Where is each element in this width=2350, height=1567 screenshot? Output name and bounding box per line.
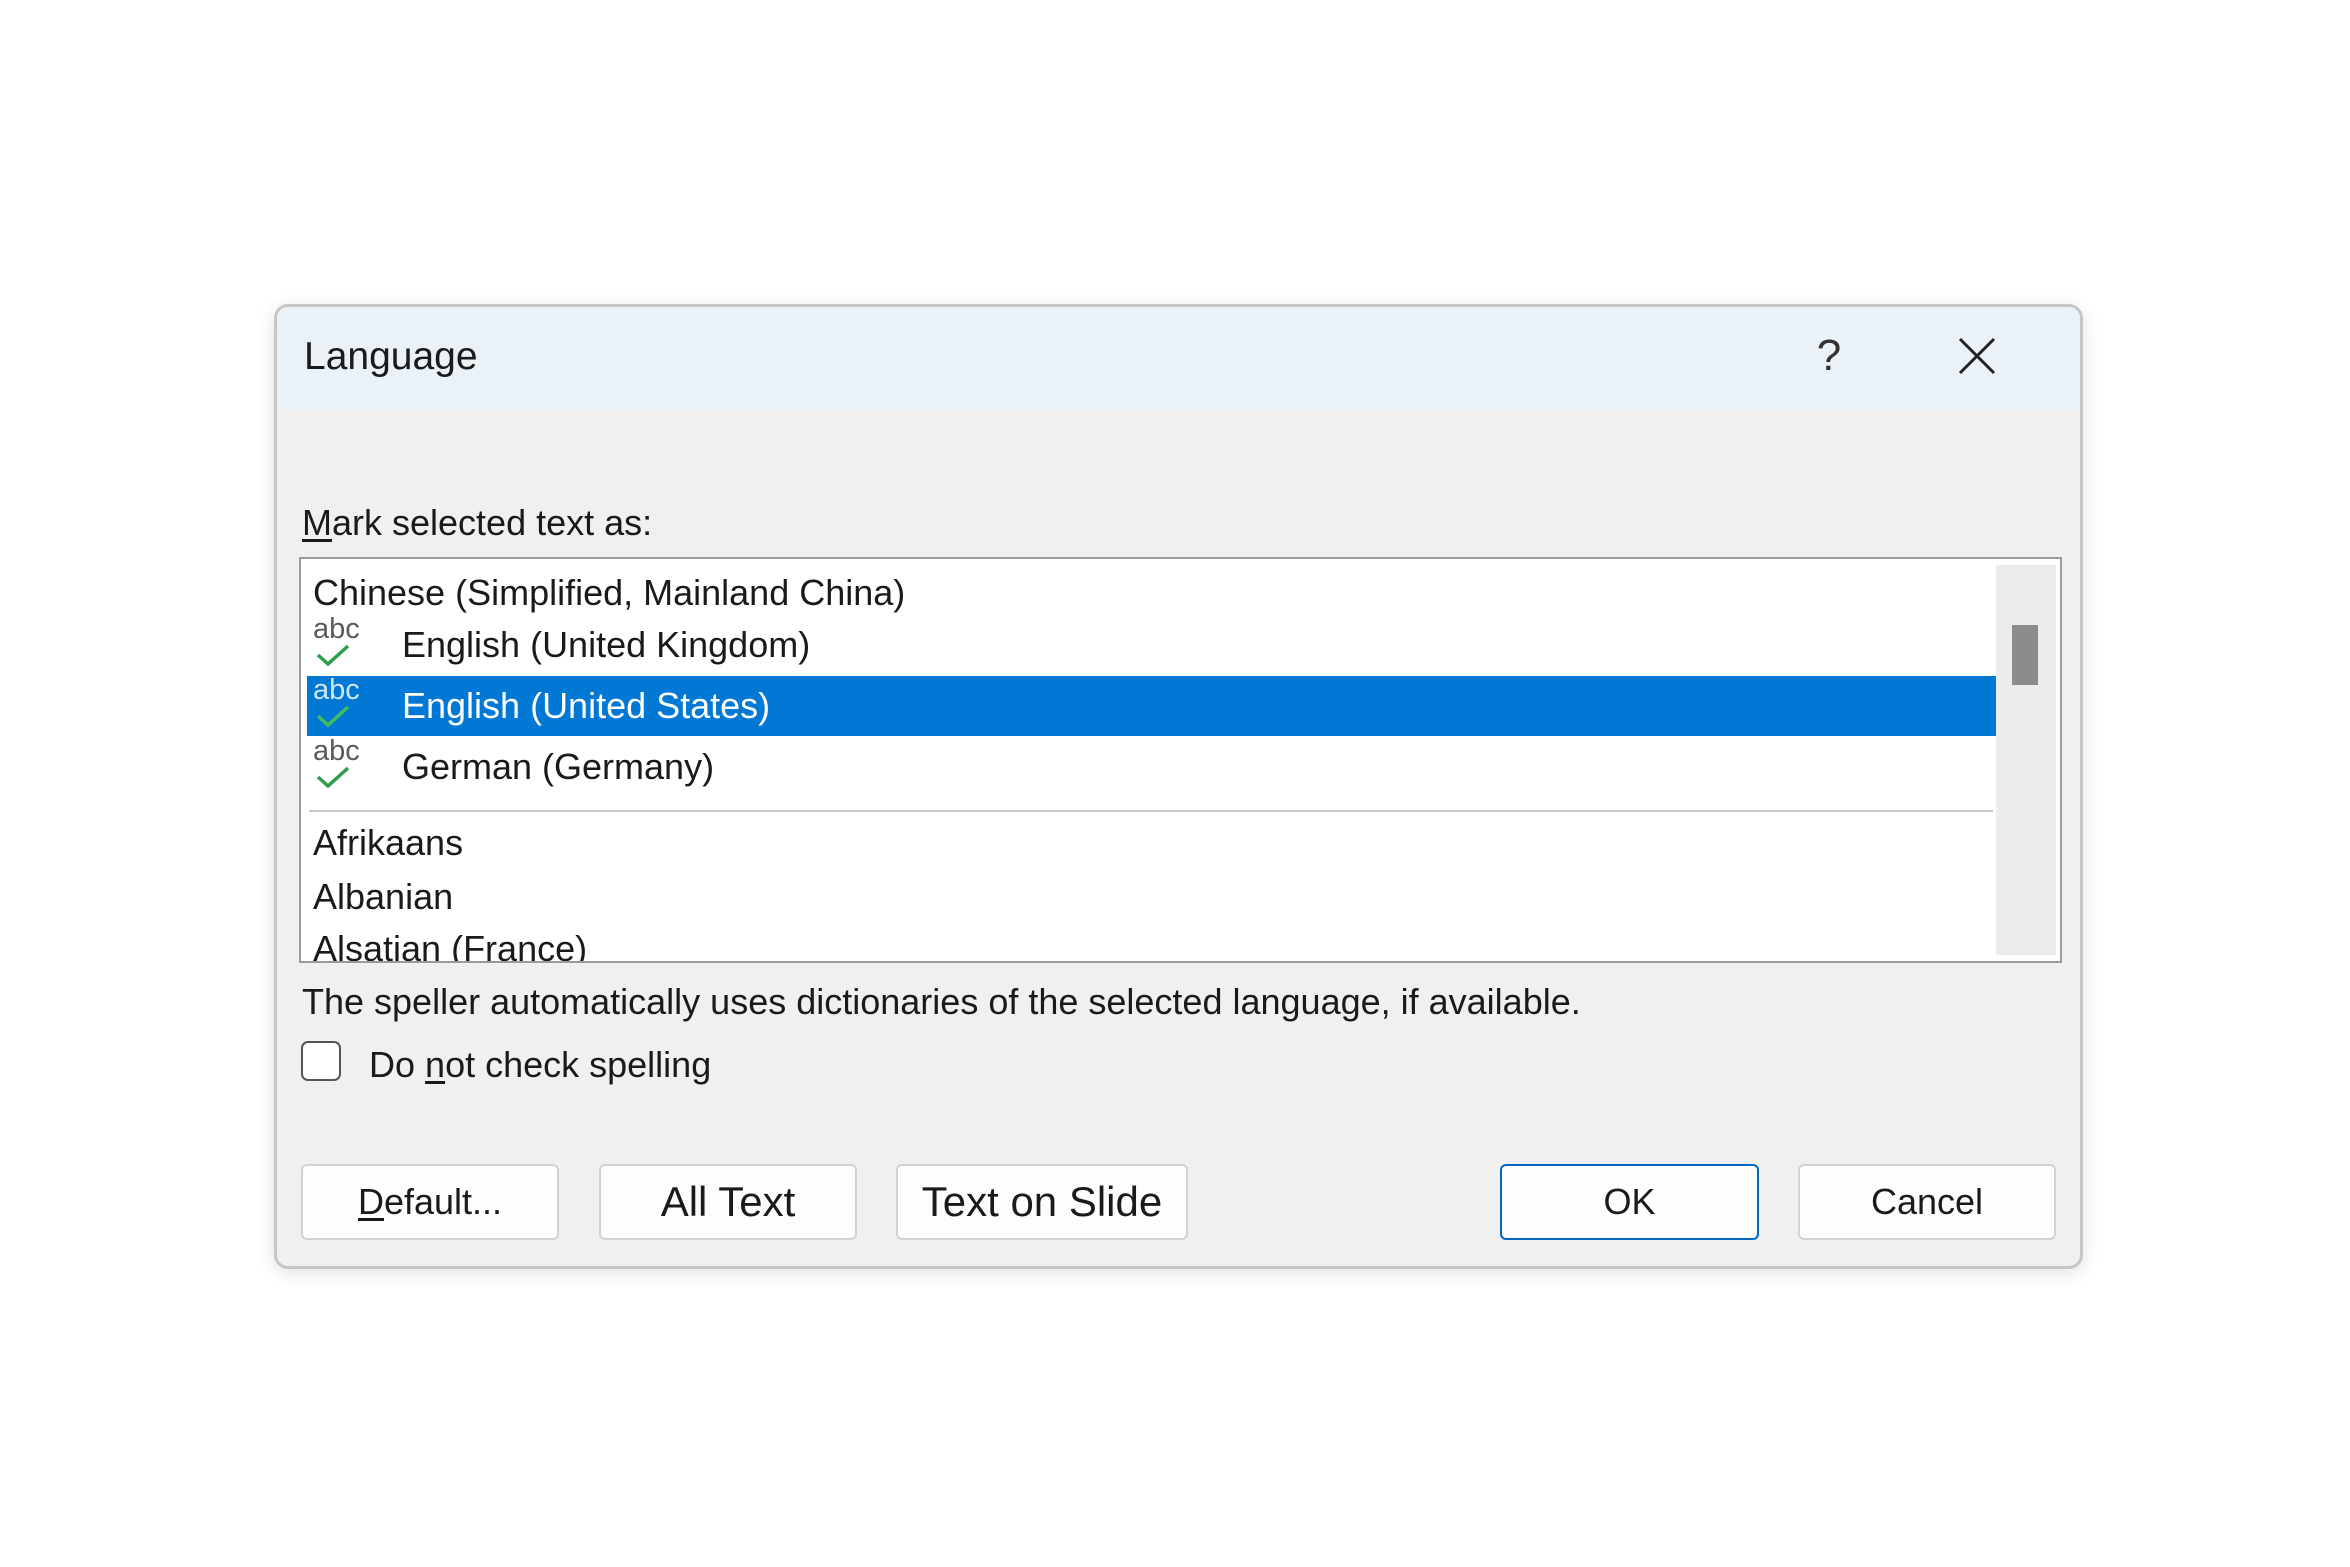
- list-item-label: English (United States): [402, 685, 771, 726]
- list-item-english-uk[interactable]: abc English (United Kingdom): [307, 613, 1997, 677]
- list-item-english-us[interactable]: abc English (United States): [307, 674, 1997, 738]
- all-text-button[interactable]: All Text: [599, 1164, 857, 1240]
- close-icon: [1958, 337, 1996, 375]
- default-button[interactable]: Default...: [301, 1164, 559, 1240]
- spellcheck-abc-text: abc: [313, 735, 360, 767]
- list-item-albanian[interactable]: Albanian: [307, 867, 1997, 927]
- spellcheck-abc-icon: abc: [313, 735, 373, 799]
- list-separator: [309, 810, 1993, 812]
- do-not-check-spelling-label[interactable]: Do not check spelling: [369, 1043, 711, 1087]
- list-item-alsatian-france[interactable]: Alsatian (France): [307, 919, 1997, 963]
- speller-info-text: The speller automatically uses dictionar…: [302, 981, 1581, 1022]
- list-item-label: English (United Kingdom): [402, 624, 811, 665]
- check-label-accelerator: n: [425, 1044, 446, 1085]
- check-label-before: Do: [369, 1044, 426, 1085]
- list-scrollbar[interactable]: [1996, 565, 2056, 955]
- spellcheck-abc-text: abc: [313, 674, 360, 706]
- default-label-rest: efault...: [383, 1181, 503, 1222]
- default-accelerator: D: [357, 1181, 384, 1222]
- spellcheck-abc-text: abc: [313, 613, 360, 645]
- check-label-after: ot check spelling: [445, 1044, 712, 1085]
- language-listbox[interactable]: Chinese (Simplified, Mainland China) abc…: [299, 557, 2062, 963]
- list-item-label: German (Germany): [402, 746, 715, 787]
- mark-label-accelerator: M: [302, 502, 332, 543]
- text-on-slide-button[interactable]: Text on Slide: [896, 1164, 1188, 1240]
- language-dialog: Language ? Mark selected text as: Chines…: [274, 304, 2083, 1269]
- mark-selected-text-label: Mark selected text as:: [302, 501, 652, 545]
- list-item-label: Albanian: [313, 876, 454, 917]
- language-list: Chinese (Simplified, Mainland China) abc…: [301, 559, 1997, 961]
- close-button[interactable]: [1942, 323, 2012, 389]
- title-bar: Language ?: [277, 307, 2080, 410]
- list-item-chinese-simplified[interactable]: Chinese (Simplified, Mainland China): [307, 563, 1997, 623]
- spellcheck-abc-icon: abc: [313, 613, 373, 677]
- ok-button[interactable]: OK: [1500, 1164, 1759, 1240]
- help-button[interactable]: ?: [1799, 325, 1859, 387]
- cancel-button[interactable]: Cancel: [1798, 1164, 2056, 1240]
- list-item-afrikaans[interactable]: Afrikaans: [307, 813, 1997, 873]
- dialog-title: Language: [304, 335, 478, 378]
- do-not-check-spelling-checkbox[interactable]: [301, 1041, 341, 1081]
- spellcheck-abc-icon: abc: [313, 674, 373, 738]
- list-item-label: Alsatian (France): [313, 928, 588, 963]
- scrollbar-thumb[interactable]: [2012, 625, 2038, 685]
- list-item-label: Afrikaans: [313, 822, 464, 863]
- list-item-german-germany[interactable]: abc German (Germany): [307, 735, 1997, 799]
- list-item-label: Chinese (Simplified, Mainland China): [313, 572, 906, 613]
- mark-label-rest: ark selected text as:: [332, 502, 653, 543]
